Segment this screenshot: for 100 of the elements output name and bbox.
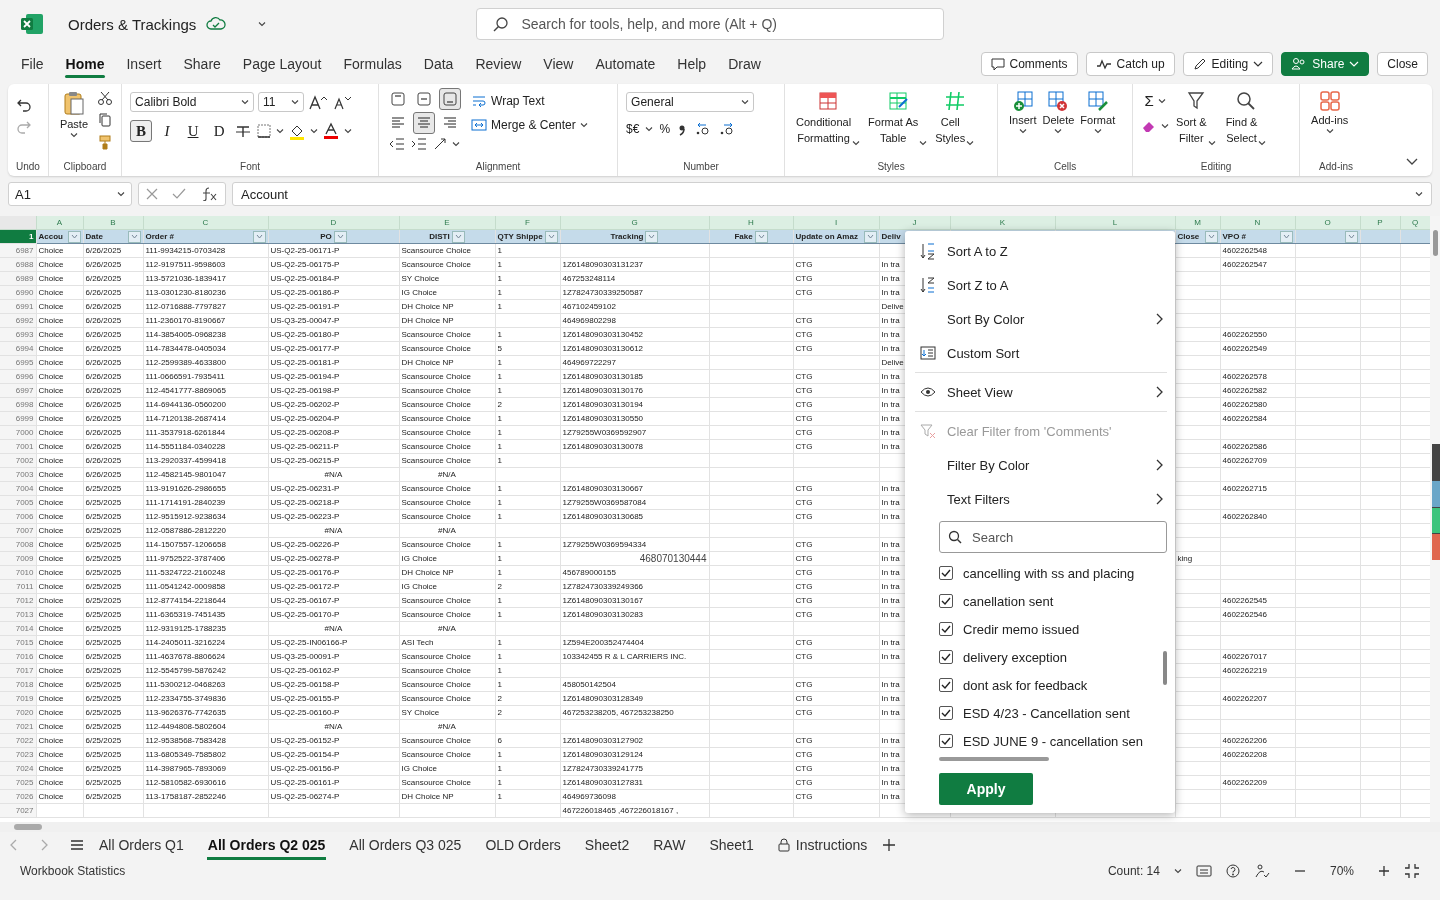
caret-icon[interactable]	[69, 132, 78, 138]
column-letter[interactable]: Q	[1411, 218, 1419, 227]
sheet-tab[interactable]: Sheet2	[575, 833, 639, 857]
bold-button[interactable]: B	[130, 120, 153, 142]
caret-icon[interactable]	[1018, 128, 1027, 134]
caret-icon[interactable]	[966, 140, 975, 146]
menu-tab[interactable]: Formulas	[332, 50, 413, 78]
menu-icon[interactable]	[70, 839, 84, 851]
font-color-icon[interactable]	[322, 122, 341, 140]
caret-icon[interactable]	[310, 128, 319, 134]
caret-icon[interactable]	[452, 141, 461, 147]
document-title[interactable]: Orders & Trackings	[68, 15, 197, 33]
caret-icon[interactable]	[1161, 123, 1170, 129]
toolbar-button[interactable]: Comments	[980, 52, 1078, 76]
column-letter[interactable]: O	[1324, 218, 1331, 227]
cell-styles-button[interactable]: Cell Styles	[932, 88, 978, 148]
orientation-icon[interactable]	[432, 136, 449, 152]
menu-tab[interactable]: Insert	[115, 50, 173, 78]
column-letter[interactable]: N	[1254, 218, 1261, 227]
checkbox[interactable]	[939, 650, 953, 664]
function-icon[interactable]	[200, 187, 218, 201]
menu-item[interactable]: Sort By Color	[915, 302, 1167, 336]
toolbar-button[interactable]: Share	[1281, 52, 1370, 76]
menu-tab[interactable]: Data	[412, 50, 465, 78]
apply-button[interactable]: Apply	[939, 773, 1033, 805]
toolbar-button[interactable]: Editing	[1182, 52, 1274, 76]
scissors-icon[interactable]	[97, 90, 114, 106]
fit-icon[interactable]	[1404, 863, 1420, 879]
column-letter[interactable]: J	[912, 218, 917, 227]
excel-logo-icon[interactable]	[20, 13, 44, 35]
sort-filter-button[interactable]: Sort & Filter	[1173, 88, 1219, 148]
column-letter[interactable]: P	[1377, 218, 1383, 227]
menu-tab[interactable]: Share	[172, 50, 232, 78]
menu-item[interactable]: Sort Z to A	[915, 268, 1167, 302]
paste-button[interactable]: Paste	[56, 88, 92, 140]
caret-icon[interactable]	[579, 122, 588, 128]
caret-icon[interactable]	[1325, 128, 1334, 134]
currency-button[interactable]: $€	[626, 122, 640, 136]
caret-icon[interactable]	[344, 128, 353, 134]
caret-icon[interactable]	[117, 191, 125, 197]
menu-tab[interactable]: File	[10, 50, 55, 78]
menu-item[interactable]: Sheet View	[915, 375, 1167, 409]
column-letter[interactable]: E	[444, 218, 450, 227]
sheet-tab[interactable]: All Orders Q1	[90, 833, 193, 857]
menu-item[interactable]: Filter By Color	[915, 448, 1167, 482]
column-letter[interactable]: A	[56, 218, 63, 227]
column-letter[interactable]: D	[330, 218, 337, 227]
checkbox[interactable]	[939, 594, 953, 608]
italic-button[interactable]: I	[156, 120, 179, 142]
caret-icon[interactable]	[1157, 97, 1166, 104]
caret-icon[interactable]	[741, 99, 750, 105]
chevron-down-icon[interactable]	[1415, 191, 1423, 197]
caret-icon[interactable]	[1207, 140, 1216, 146]
column-letter[interactable]: M	[1194, 218, 1201, 227]
menu-tab[interactable]: Review	[464, 50, 533, 78]
sheet-tab[interactable]: RAW	[644, 833, 695, 857]
chevron-right-icon[interactable]	[1155, 386, 1163, 398]
caret-icon[interactable]	[1173, 868, 1182, 874]
formula-field[interactable]: Account	[232, 182, 1432, 206]
vertical-align-button[interactable]	[439, 88, 462, 110]
menu-item[interactable]: Custom Sort	[915, 336, 1167, 370]
help-icon[interactable]	[1225, 864, 1240, 878]
toolbar-button[interactable]: Catch up	[1085, 52, 1175, 76]
double-underline-button[interactable]: D	[208, 120, 231, 142]
find-select-button[interactable]: Find & Select	[1222, 88, 1270, 148]
grow-font-icon[interactable]	[308, 93, 329, 111]
plus-icon[interactable]	[882, 838, 897, 852]
sheet-tab[interactable]: OLD Orders	[476, 833, 570, 857]
checkbox[interactable]	[939, 678, 953, 692]
menu-tab[interactable]: View	[532, 50, 585, 78]
paintbrush-icon[interactable]	[97, 134, 114, 150]
menu-item[interactable]: Text Filters	[915, 482, 1167, 516]
row-number[interactable]: 1	[29, 232, 34, 241]
column-letter[interactable]: H	[748, 218, 754, 227]
search-input[interactable]: Search for tools, help, and more (Alt + Q)	[519, 15, 928, 33]
number-format-select[interactable]: General	[626, 92, 755, 112]
font-size-select[interactable]: 11	[258, 92, 305, 112]
check-icon[interactable]	[172, 188, 186, 200]
column-letter[interactable]: B	[110, 218, 116, 227]
caret-icon[interactable]	[919, 140, 928, 146]
underline-button[interactable]: U	[182, 120, 205, 142]
sheet-tab[interactable]: All Orders Q2 025	[198, 833, 335, 857]
conditional-formatting-button[interactable]: Conditional Formatting	[793, 88, 864, 148]
caret-icon[interactable]	[1258, 140, 1267, 146]
checkbox[interactable]	[939, 566, 953, 580]
insert-cells-button[interactable]: Insert	[1006, 88, 1040, 136]
accessibility-icon[interactable]	[1253, 864, 1270, 878]
column-letter[interactable]: C	[202, 218, 209, 227]
menu-tab[interactable]: Draw	[717, 50, 772, 78]
checkbox[interactable]	[939, 706, 953, 720]
scrollbar-thumb[interactable]	[14, 824, 42, 830]
checkbox[interactable]	[939, 734, 953, 748]
sheet-tab[interactable]: Instructions	[768, 833, 877, 857]
menu-tab[interactable]: Automate	[584, 50, 667, 78]
add-ins-button[interactable]: Add-ins	[1308, 88, 1352, 136]
scrollbar-thumb[interactable]	[1433, 230, 1438, 256]
sheet-tab[interactable]: Sheet1	[700, 833, 763, 857]
merge-center-button[interactable]: Merge & Center	[471, 118, 588, 132]
side-tab-strip[interactable]	[1432, 444, 1440, 560]
caret-icon[interactable]	[645, 126, 654, 132]
